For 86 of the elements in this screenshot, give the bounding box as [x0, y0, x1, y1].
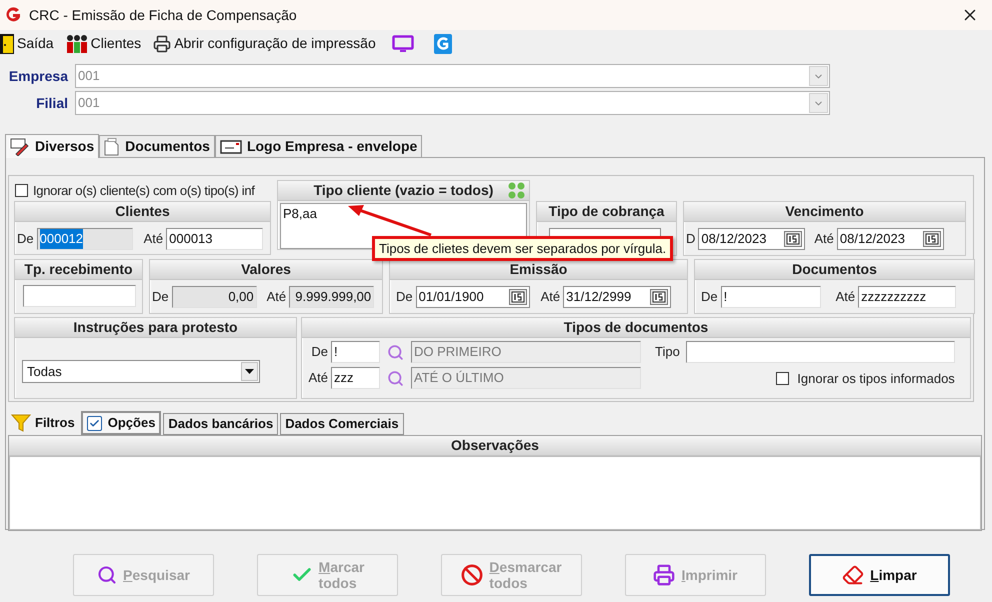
filters-label: Filtros — [35, 414, 75, 432]
group-header: Documentos — [695, 260, 974, 280]
field-label: Filial — [35, 94, 69, 112]
field-label: Até — [144, 230, 164, 248]
tab[interactable]: Diversos — [5, 134, 100, 158]
search-icon[interactable] — [387, 370, 404, 386]
group-header: Tp. recebimento — [15, 260, 142, 280]
field-label: De — [17, 230, 34, 248]
group-header: Instruções para protesto — [15, 318, 296, 338]
text-field[interactable]: 9.999.999,00 — [289, 286, 374, 308]
field-label: De — [152, 288, 169, 306]
door-icon — [0, 34, 14, 54]
prohibited-icon — [461, 564, 484, 586]
combo-field[interactable]: 001 — [75, 91, 830, 115]
field-label: Até — [836, 288, 856, 306]
logo-icon[interactable] — [434, 34, 452, 54]
action-button[interactable]: Limpar — [809, 554, 950, 596]
calendar-icon[interactable] — [922, 231, 941, 247]
people-icon — [66, 34, 88, 54]
date-field[interactable]: 08/12/2023 — [836, 228, 944, 250]
checkbox[interactable] — [15, 184, 28, 197]
envelope-icon — [220, 140, 242, 154]
group-header: Emissão — [390, 260, 687, 280]
group-header: Observações — [9, 436, 981, 456]
tab[interactable]: Logo Empresa - envelope — [214, 135, 422, 157]
field-label: Ignorar o(s) cliente(s) com o(s) tipo(s) inf — [33, 182, 255, 200]
refresh-icon[interactable] — [507, 182, 527, 200]
search-icon — [97, 565, 118, 585]
search-icon[interactable] — [387, 344, 404, 360]
text-field[interactable]: ATÉ O ÚLTIMO — [411, 367, 641, 389]
group-header: Clientes — [15, 202, 270, 222]
date-field[interactable]: 08/12/2023 — [698, 228, 806, 250]
field-label: Até — [540, 288, 560, 306]
printer-icon — [653, 564, 676, 586]
group-header: Vencimento — [684, 202, 965, 222]
text-field[interactable] — [686, 341, 955, 363]
tab[interactable]: Dados bancários — [163, 413, 278, 435]
text-field[interactable]: zzz — [331, 367, 380, 389]
tooltip: Tipos de clietes devem ser separados por vírgula. — [372, 236, 674, 261]
field-label: D — [686, 230, 696, 248]
select-field[interactable]: Todas — [22, 360, 260, 383]
combo-field[interactable]: 001 — [75, 64, 830, 88]
field-label: Até — [307, 369, 328, 388]
checkbox[interactable] — [776, 372, 790, 386]
field-label: Empresa — [8, 66, 70, 86]
group-header: Tipo cliente (vazio = todos) — [278, 181, 529, 201]
printer-icon — [153, 34, 172, 52]
toolbar-button[interactable]: Saída — [0, 33, 54, 54]
date-field[interactable]: 31/12/2999 — [563, 286, 672, 308]
toolbar-button[interactable]: Clientes — [66, 33, 142, 54]
text-field[interactable]: 000012 — [36, 228, 133, 250]
group-header: Valores — [150, 260, 382, 280]
field-label: Até — [814, 230, 834, 248]
dropdown-button[interactable] — [809, 93, 828, 113]
caret-icon — [245, 369, 254, 374]
toolbar-button[interactable]: Abrir configuração de impressão — [153, 33, 376, 54]
tab[interactable]: Documentos — [99, 135, 215, 157]
field-label: De — [701, 288, 718, 306]
pencil-icon — [10, 138, 30, 156]
notes-area[interactable] — [9, 456, 981, 530]
text-field[interactable]: 0,00 — [172, 286, 257, 308]
text-field[interactable]: ! — [331, 341, 380, 363]
monitor-icon[interactable] — [392, 34, 414, 52]
eraser-icon — [842, 564, 864, 586]
tab[interactable]: Dados Comerciais — [280, 413, 404, 435]
field-label: De — [396, 288, 413, 306]
field-label: Ignorar os tipos informados — [797, 370, 955, 388]
field-label: Até — [266, 288, 286, 306]
field-label: Tipo — [655, 343, 680, 362]
text-field[interactable]: 000013 — [166, 228, 264, 250]
text-field[interactable]: DO PRIMEIRO — [411, 341, 641, 363]
funnel-icon — [11, 413, 31, 433]
tab[interactable]: Opções — [80, 411, 162, 435]
calendar-icon[interactable] — [508, 289, 527, 305]
text-field[interactable]: ! — [720, 286, 821, 308]
logo-icon — [4, 6, 22, 24]
group-header: Tipo de cobrança — [537, 202, 676, 222]
field-label: De — [310, 343, 328, 362]
group-header: Tipos de documentos — [302, 318, 970, 338]
text-field[interactable]: zzzzzzzzzz — [858, 286, 956, 308]
calendar-icon[interactable] — [784, 231, 802, 247]
window-title: CRC - Emissão de Ficha de Compensação — [29, 6, 297, 25]
text-field[interactable] — [23, 285, 136, 307]
dropdown-button[interactable] — [809, 66, 828, 86]
date-field[interactable]: 01/01/1900 — [416, 286, 530, 308]
calendar-icon[interactable] — [650, 289, 668, 305]
